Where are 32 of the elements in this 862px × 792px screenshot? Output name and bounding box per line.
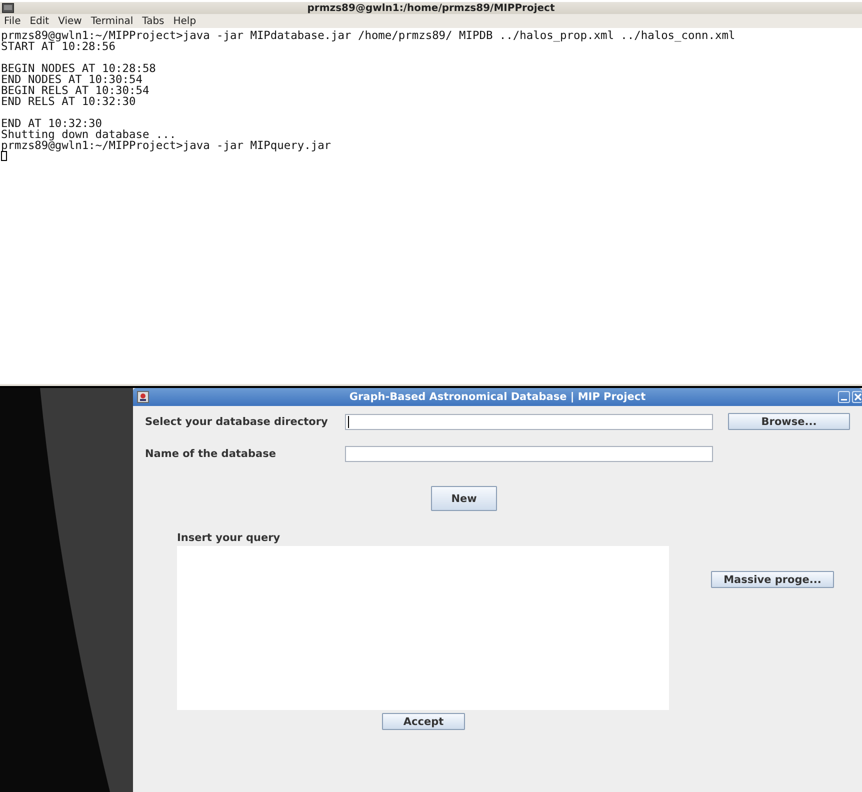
- terminal-cursor: [1, 151, 7, 161]
- window-title: Graph-Based Astronomical Database | MIP Project: [348, 391, 647, 403]
- terminal-line: BEGIN NODES AT 10:28:58: [1, 63, 157, 74]
- menu-item[interactable]: Terminal: [90, 16, 134, 26]
- terminal-line: BEGIN RELS AT 10:30:54: [1, 85, 150, 96]
- directory-label: Select your database directory: [145, 416, 329, 428]
- menu-item[interactable]: View: [58, 16, 82, 26]
- java-cup-icon: [137, 391, 149, 403]
- terminal-line: START AT 10:28:56: [1, 41, 116, 52]
- terminal-line: END RELS AT 10:32:30: [1, 96, 137, 107]
- database-name-field[interactable]: [345, 446, 713, 462]
- accept-button[interactable]: Accept: [382, 713, 465, 730]
- menu-item[interactable]: File: [4, 16, 21, 26]
- terminal-line: END AT 10:32:30: [1, 118, 102, 129]
- close-icon: [854, 393, 862, 401]
- terminal-line: prmzs89@gwln1:~/MIPProject>java -jar MIPquery.jar: [1, 140, 332, 151]
- terminal-line: END NODES AT 10:30:54: [1, 74, 142, 85]
- massive-button[interactable]: Massive proge...: [711, 571, 834, 588]
- minimize-button[interactable]: [838, 391, 850, 403]
- menu-item[interactable]: Help: [173, 16, 196, 26]
- menu-item[interactable]: Tabs: [142, 16, 164, 26]
- directory-field[interactable]: [345, 414, 713, 430]
- menu-item[interactable]: Edit: [30, 16, 50, 26]
- query-label: Insert your query: [177, 532, 282, 544]
- browse-button[interactable]: Browse...: [728, 413, 850, 430]
- new-button[interactable]: New: [431, 486, 497, 511]
- terminal-icon: [2, 3, 14, 13]
- terminal-line: prmzs89@gwln1:~/MIPProject>java -jar MIPdatabase.jar /home/prmzs89/ MIPDB ../halos_prop.xml ../halos_conn.xml: [1, 30, 736, 41]
- close-button[interactable]: [852, 391, 862, 403]
- window-title: prmzs89@gwln1:/home/prmzs89/MIPProject: [306, 2, 556, 14]
- database-name-label: Name of the database: [145, 448, 277, 460]
- terminal-line: Shutting down database ...: [1, 129, 176, 140]
